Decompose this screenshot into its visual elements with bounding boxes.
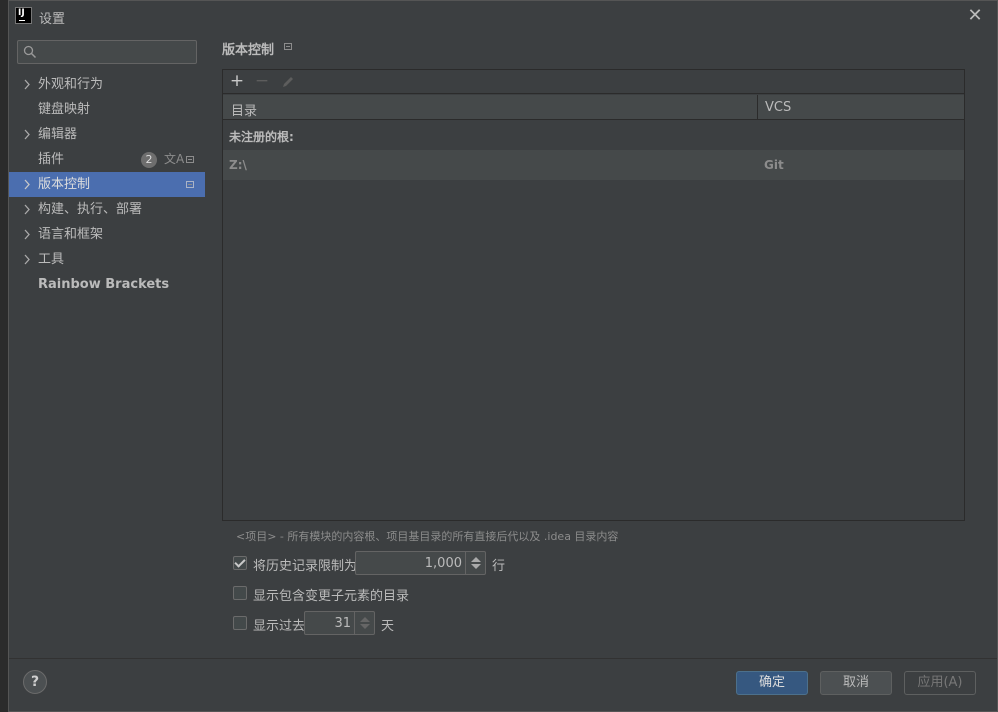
history-limit-label: 将历史记录限制为: <box>253 559 362 574</box>
row-directory: Z:\ <box>229 158 247 172</box>
spin-down-icon[interactable] <box>360 624 370 629</box>
table-row[interactable]: Z:\ Git <box>223 150 964 180</box>
sidebar-item-label: 构建、执行、部署 <box>38 202 143 217</box>
ok-button[interactable]: 确定 <box>736 671 808 695</box>
show-past-checkbox[interactable] <box>233 616 247 630</box>
sidebar-item-label: 外观和行为 <box>38 77 104 92</box>
column-divider[interactable] <box>757 95 758 120</box>
settings-sidebar: 外观和行为 键盘映射 编辑器 插件 2 文A 版本控制 构建、执行、部署 语言和… <box>9 31 205 658</box>
close-button[interactable]: ✕ <box>965 6 985 26</box>
chevron-right-icon[interactable] <box>23 197 33 222</box>
chevron-right-icon[interactable] <box>23 247 33 272</box>
project-settings-icon <box>186 156 194 163</box>
cancel-button[interactable]: 取消 <box>820 671 892 695</box>
spin-down-icon[interactable] <box>471 564 481 569</box>
sidebar-item-keymap[interactable]: 键盘映射 <box>9 97 205 122</box>
project-settings-icon <box>186 181 194 188</box>
show-past-spinner[interactable] <box>304 611 375 635</box>
add-mapping-button[interactable]: + <box>226 70 248 94</box>
show-changed-dirs-checkbox[interactable] <box>233 586 247 600</box>
show-changed-dirs-label: 显示包含变更子元素的目录 <box>253 589 410 604</box>
spin-up-icon[interactable] <box>471 557 481 562</box>
sidebar-item-appearance[interactable]: 外观和行为 <box>9 72 205 97</box>
project-hint: <项目> - 所有模块的内容根、项目基目录的所有直接后代以及 .idea 目录内… <box>236 530 619 543</box>
remove-mapping-button[interactable]: − <box>251 70 273 94</box>
sidebar-item-rainbow-brackets[interactable]: Rainbow Brackets <box>9 272 205 297</box>
sidebar-item-label: 插件 <box>38 152 65 167</box>
sidebar-item-label: 工具 <box>38 252 65 267</box>
history-limit-spinner[interactable] <box>355 551 486 575</box>
edit-mapping-button[interactable] <box>277 70 299 94</box>
help-button[interactable]: ? <box>23 670 47 694</box>
sidebar-item-version-control[interactable]: 版本控制 <box>9 172 205 197</box>
sidebar-item-label: Rainbow Brackets <box>38 277 170 292</box>
dialog-footer: ? 确定 取消 应用(A) <box>9 658 997 711</box>
chevron-right-icon[interactable] <box>23 172 33 197</box>
row-vcs: Git <box>764 158 784 172</box>
sidebar-item-build[interactable]: 构建、执行、部署 <box>9 197 205 222</box>
translate-icon: 文A <box>164 152 185 166</box>
show-past-input[interactable] <box>307 614 351 632</box>
title-bar: IJ 设置 ✕ <box>9 1 997 31</box>
sidebar-item-label: 编辑器 <box>38 127 78 142</box>
sidebar-item-editor[interactable]: 编辑器 <box>9 122 205 147</box>
sidebar-item-label: 语言和框架 <box>38 227 104 242</box>
intellij-app-icon: IJ <box>15 7 32 24</box>
show-past-label: 显示过去 <box>253 619 306 634</box>
search-input[interactable] <box>42 43 192 61</box>
sidebar-item-tools[interactable]: 工具 <box>9 247 205 272</box>
column-header-directory[interactable]: 目录 <box>231 100 257 119</box>
search-icon <box>23 45 37 59</box>
spinner-arrows[interactable] <box>354 612 374 634</box>
plugin-updates-badge: 2 <box>141 152 157 168</box>
spinner-arrows[interactable] <box>465 552 485 574</box>
settings-content: 版本控制 + − 目录 VCS 未注册的根: Z:\ Git <项目> - 所有… <box>205 31 997 658</box>
spin-up-icon[interactable] <box>360 617 370 622</box>
unregistered-roots-label: 未注册的根: <box>229 130 294 144</box>
history-limit-unit: 行 <box>492 559 506 574</box>
apply-button[interactable]: 应用(A) <box>904 671 976 695</box>
sidebar-item-label: 版本控制 <box>38 177 91 192</box>
history-limit-input[interactable] <box>358 554 462 572</box>
mappings-toolbar: + − <box>223 70 964 94</box>
chevron-right-icon[interactable] <box>23 72 33 97</box>
window-title: 设置 <box>39 12 66 27</box>
vcs-mappings-panel: + − 目录 VCS 未注册的根: Z:\ Git <box>222 69 965 521</box>
settings-search[interactable] <box>17 40 197 64</box>
chevron-right-icon[interactable] <box>23 122 33 147</box>
mappings-table: 未注册的根: Z:\ Git <box>223 120 964 520</box>
sidebar-item-label: 键盘映射 <box>38 102 91 117</box>
settings-dialog: IJ 设置 ✕ 外观和行为 键盘映射 编辑器 插件 2 文A 版本控制 构建、执… <box>8 0 998 712</box>
page-title: 版本控制 <box>222 43 275 58</box>
chevron-right-icon[interactable] <box>23 222 33 247</box>
history-limit-checkbox[interactable] <box>233 556 247 570</box>
project-settings-icon <box>284 43 292 50</box>
background-window <box>0 0 8 712</box>
column-header-vcs[interactable]: VCS <box>765 100 791 115</box>
sidebar-item-plugins[interactable]: 插件 2 文A <box>9 147 205 172</box>
sidebar-item-languages[interactable]: 语言和框架 <box>9 222 205 247</box>
show-past-unit: 天 <box>381 619 395 634</box>
pencil-icon <box>283 77 293 87</box>
table-header: 目录 VCS <box>223 95 964 120</box>
